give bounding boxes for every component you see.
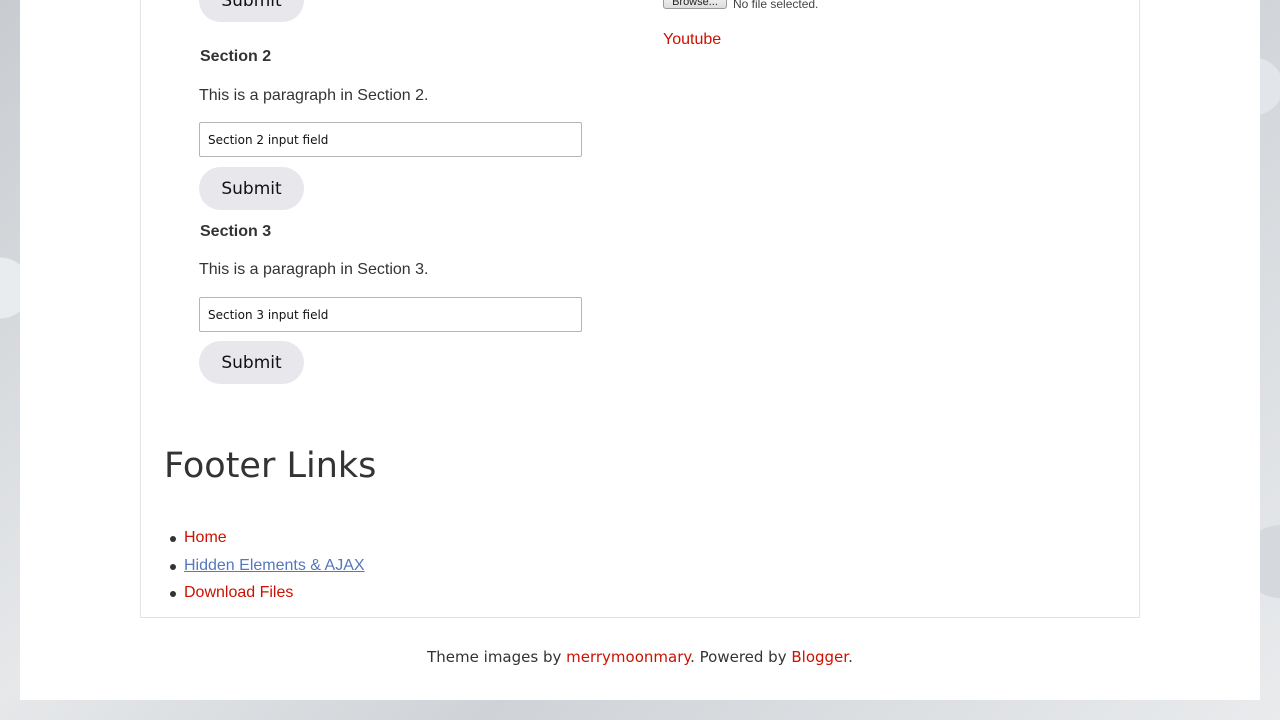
footer-links-list: Home Hidden Elements & AJAX Download Fil… xyxy=(164,529,365,612)
section-2-input[interactable] xyxy=(199,122,582,157)
bullet-icon xyxy=(170,563,176,570)
footer-link-item-home: Home xyxy=(164,529,365,557)
bullet-icon xyxy=(170,536,176,542)
browse-file-button[interactable]: Browse... xyxy=(663,0,727,9)
footer-link-item-hidden-elements: Hidden Elements & AJAX xyxy=(164,557,365,585)
footer-link-download-files[interactable]: Download Files xyxy=(184,584,293,601)
footer-link-home[interactable]: Home xyxy=(184,529,227,546)
bullet-icon xyxy=(170,591,176,597)
attribution-middle: . Powered by xyxy=(690,648,792,666)
blogger-link[interactable]: Blogger xyxy=(791,648,848,666)
section-1-submit-button[interactable]: Submit xyxy=(199,0,304,22)
section-3-input[interactable] xyxy=(199,297,582,332)
footer-link-item-download-files: Download Files xyxy=(164,584,365,612)
file-status-text: No file selected. xyxy=(733,0,819,9)
attribution-line: Theme images by merrymoonmary. Powered b… xyxy=(20,648,1260,666)
section-2-paragraph: This is a paragraph in Section 2. xyxy=(199,87,429,104)
section-3-submit-button[interactable]: Submit xyxy=(199,341,304,384)
page-background: Submit Section 2 This is a paragraph in … xyxy=(20,0,1260,700)
theme-author-link[interactable]: merrymoonmary xyxy=(566,648,690,666)
footer-links-heading: Footer Links xyxy=(164,446,377,486)
section-3-title: Section 3 xyxy=(200,223,272,240)
section-3-paragraph: This is a paragraph in Section 3. xyxy=(199,261,429,278)
footer-link-hidden-elements-ajax[interactable]: Hidden Elements & AJAX xyxy=(184,557,365,574)
section-2-submit-button[interactable]: Submit xyxy=(199,167,304,210)
attribution-prefix: Theme images by xyxy=(427,648,567,666)
attribution-suffix: . xyxy=(848,648,853,666)
main-content-panel: Submit Section 2 This is a paragraph in … xyxy=(140,0,1140,618)
section-2-title: Section 2 xyxy=(200,48,272,65)
file-upload-control: Browse... No file selected. xyxy=(663,0,818,9)
youtube-link[interactable]: Youtube xyxy=(663,31,721,49)
